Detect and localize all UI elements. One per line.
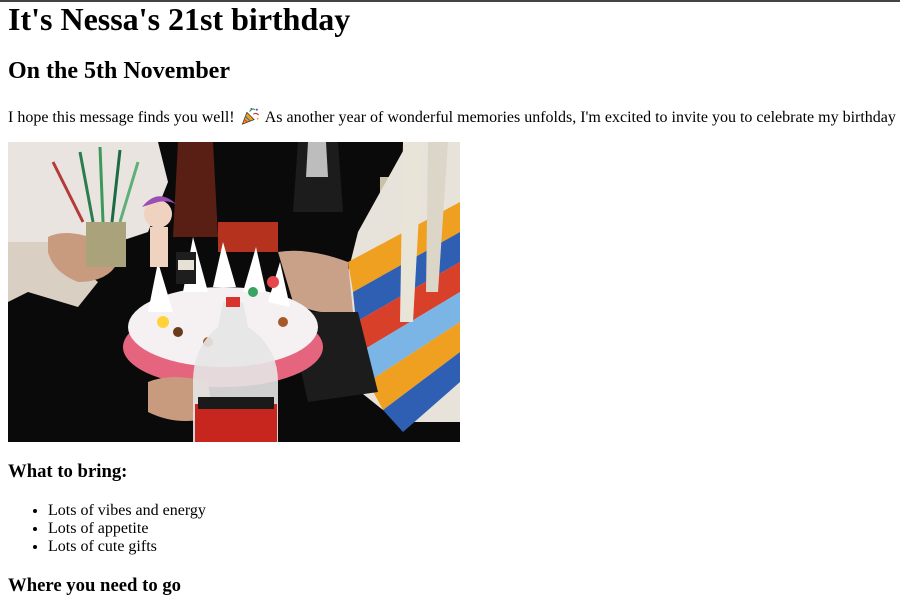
photo-drawing [8, 142, 460, 442]
bring-heading: What to bring: [8, 461, 128, 482]
where-heading: Where you need to go [8, 575, 182, 596]
intro-text-end: As another year of wonderful memories un… [261, 109, 896, 126]
party-popper-icon [241, 107, 259, 125]
page-title: It's Nessa's 21st birthday [8, 1, 351, 37]
list-item: Lots of vibes and energy [48, 502, 206, 520]
bring-list: Lots of vibes and energy Lots of appetit… [8, 502, 206, 556]
intro-text-start: I hope this message finds you well! [8, 109, 239, 126]
list-item: Lots of cute gifts [48, 538, 206, 556]
list-item: Lots of appetite [48, 520, 206, 538]
intro-text: I hope this message finds you well! As a… [8, 107, 896, 128]
event-date: On the 5th November [8, 58, 230, 84]
birthday-cake-photo [8, 142, 460, 442]
